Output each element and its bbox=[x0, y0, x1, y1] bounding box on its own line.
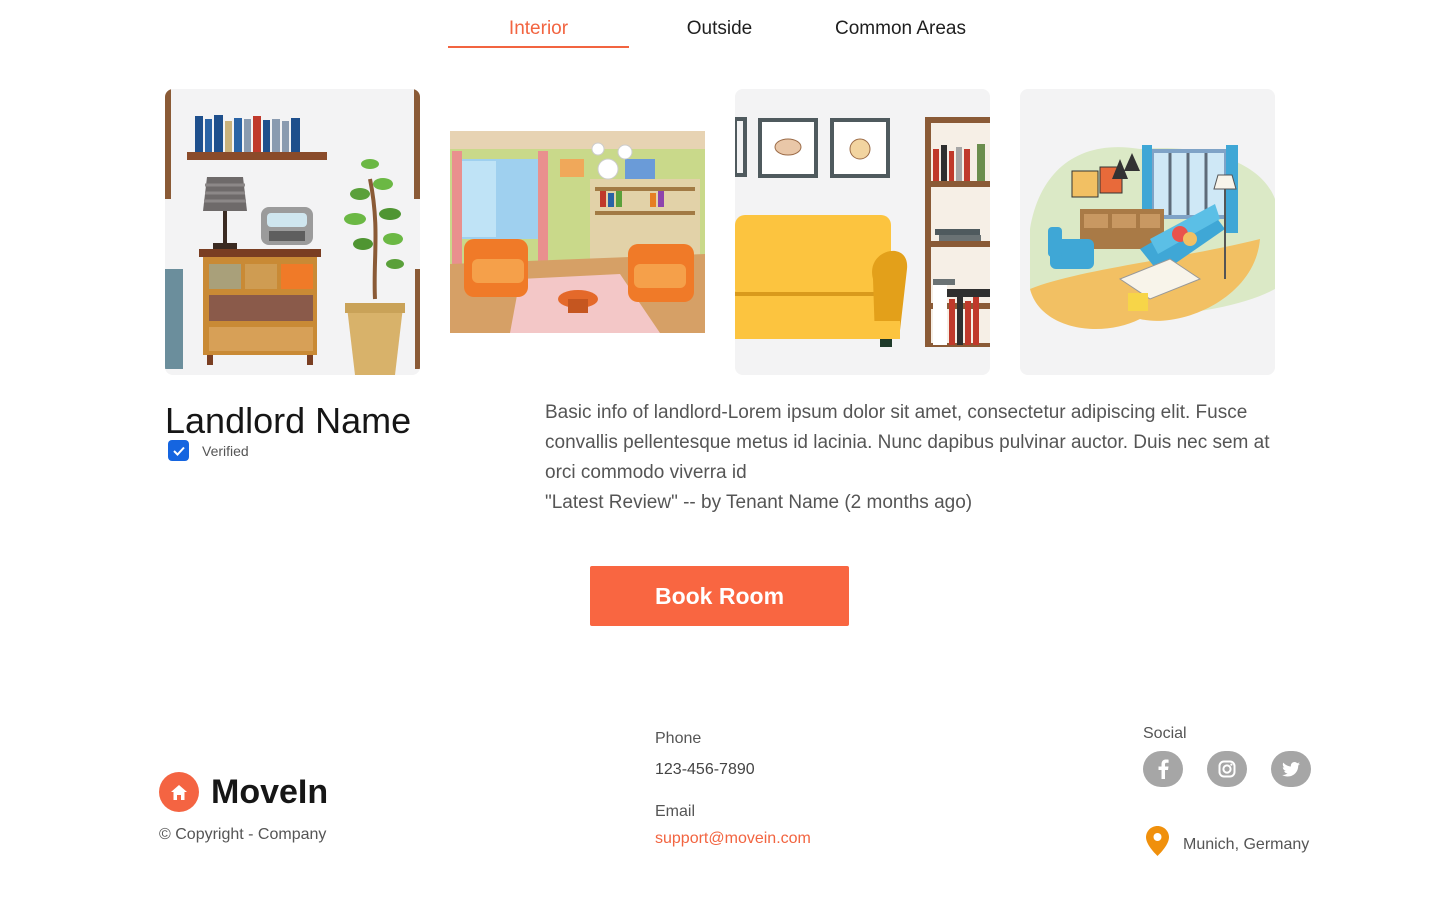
verified-row: Verified bbox=[168, 440, 249, 461]
latest-review[interactable]: "Latest Review" -- by Tenant Name (2 mon… bbox=[545, 488, 972, 518]
phone-number: 123-456-7890 bbox=[655, 761, 755, 778]
location-pin-icon bbox=[1146, 826, 1169, 856]
brand-name: MoveIn bbox=[211, 772, 329, 811]
twitter-icon[interactable] bbox=[1271, 751, 1311, 787]
dresser-illustration bbox=[165, 89, 420, 375]
brand-logo[interactable]: MoveIn bbox=[159, 772, 328, 812]
social-links bbox=[1143, 751, 1335, 787]
instagram-icon[interactable] bbox=[1207, 751, 1247, 787]
interior-photo-living-room[interactable] bbox=[450, 89, 705, 375]
interior-photo-isometric[interactable] bbox=[1020, 89, 1275, 375]
home-icon bbox=[159, 772, 199, 812]
interior-photo-dresser[interactable] bbox=[165, 89, 420, 375]
landlord-info: Basic info of landlord-Lorem ipsum dolor… bbox=[545, 402, 1270, 483]
book-room-button[interactable]: Book Room bbox=[590, 566, 849, 626]
tab-interior[interactable]: Interior bbox=[448, 0, 629, 48]
phone-label: Phone bbox=[655, 730, 702, 747]
interior-photo-sofa[interactable] bbox=[735, 89, 990, 375]
location-text: Munich, Germany bbox=[1183, 835, 1310, 853]
location: Munich, Germany bbox=[1146, 826, 1309, 856]
verified-checkbox[interactable] bbox=[168, 440, 189, 461]
living-room-illustration bbox=[450, 89, 705, 375]
check-icon bbox=[172, 446, 185, 456]
tab-outside[interactable]: Outside bbox=[629, 0, 810, 48]
sofa-illustration bbox=[735, 89, 990, 375]
facebook-icon[interactable] bbox=[1143, 751, 1183, 787]
copyright-text: © Copyright - Company bbox=[159, 826, 327, 843]
email-link[interactable]: support@movein.com bbox=[655, 830, 811, 848]
isometric-room-illustration bbox=[1020, 89, 1275, 375]
landlord-name: Landlord Name bbox=[165, 400, 412, 441]
social-label: Social bbox=[1143, 725, 1187, 742]
gallery-tabs: Interior Outside Common Areas bbox=[448, 0, 991, 48]
email-label: Email bbox=[655, 803, 696, 820]
verified-label: Verified bbox=[202, 442, 249, 459]
tab-common-areas[interactable]: Common Areas bbox=[810, 0, 991, 48]
